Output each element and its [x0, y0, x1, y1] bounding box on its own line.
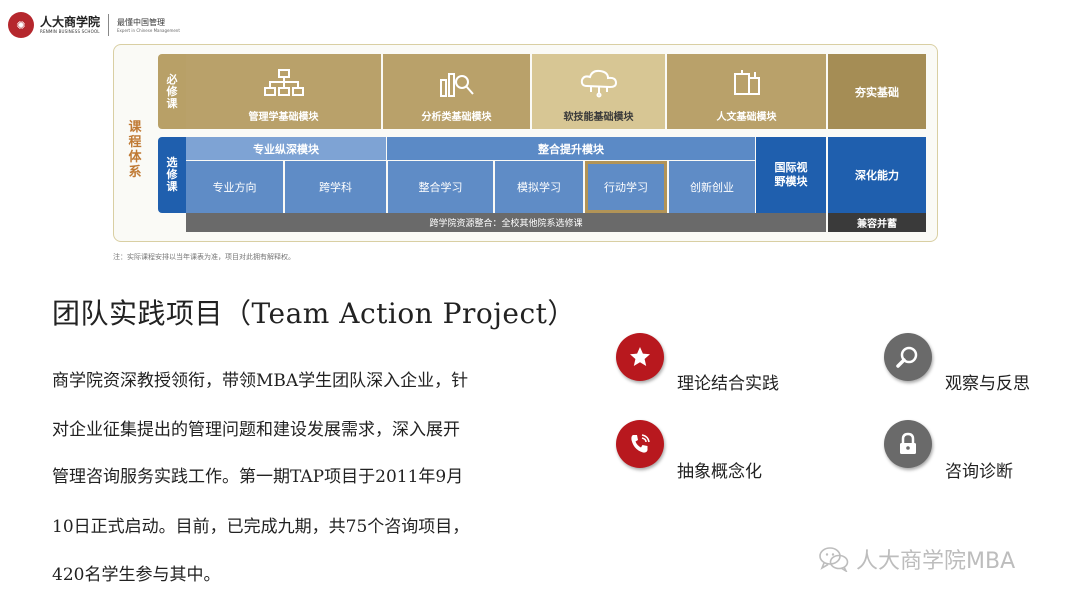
- paragraph-line: 管理咨询服务实践工作。第一期TAP项目于2011年9月: [52, 467, 464, 487]
- required-module-humanities: 人文基础模块: [667, 54, 826, 129]
- elective-courses-tag: 选修课: [158, 137, 186, 213]
- elective-cell: 模拟学习: [495, 161, 583, 213]
- elective-group-integration: 整合提升模块: [387, 137, 755, 160]
- compat-bar: 兼容并蓄: [828, 213, 926, 232]
- tagline-en: Expert in Chinese Management: [117, 27, 180, 33]
- magnifier-icon: [884, 333, 932, 381]
- paragraph-line: 420名学生参与其中。: [52, 565, 221, 585]
- module-label: 人文基础模块: [716, 112, 777, 123]
- phone-icon: [616, 420, 664, 468]
- wechat-icon: [819, 547, 849, 572]
- watermark: 人大商学院MBA: [818, 543, 1015, 575]
- required-module-management: 管理学基础模块: [186, 54, 381, 129]
- page-title: 团队实践项目（Team Action Project）: [52, 297, 576, 330]
- elective-cell: 创新创业: [669, 161, 755, 213]
- brand-name: 人大商学院: [40, 14, 101, 29]
- feature-label: 理论结合实践: [677, 374, 779, 394]
- feature-label: 抽象概念化: [677, 462, 762, 482]
- required-outcome: 夯实基础: [828, 54, 926, 129]
- feature-label: 观察与反思: [945, 374, 1030, 394]
- elective-outcome: 深化能力: [828, 137, 926, 213]
- international-module: 国际视野模块: [756, 137, 826, 213]
- required-module-soft-skills: 软技能基础模块: [532, 54, 665, 129]
- elective-cell: 跨学科: [285, 161, 386, 213]
- brand-logo: 人大商学院 RENMIN BUSINESS SCHOOL: [40, 14, 101, 35]
- curriculum-label: 课程体系: [128, 120, 142, 180]
- footnote: 注：实际课程安排以当年课表为准，项目对此拥有解释权。: [113, 253, 295, 261]
- cloud-network-icon: [580, 69, 617, 98]
- paragraph-line: 10日正式启动。目前，已完成九期，共75个咨询项目，: [52, 517, 470, 537]
- module-label: 管理学基础模块: [248, 112, 319, 123]
- renmin-seal-icon: ✺: [8, 12, 34, 38]
- org-chart-icon: [263, 69, 304, 96]
- elective-group-depth: 专业纵深模块: [186, 137, 386, 160]
- feature-label: 咨询诊断: [945, 462, 1013, 482]
- bar-chart-search-icon: [439, 73, 474, 97]
- header: ✺ 人大商学院 RENMIN BUSINESS SCHOOL 最懂中国管理 Ex…: [8, 10, 180, 40]
- watermark-text: 人大商学院MBA: [856, 549, 1016, 574]
- paragraph-line: 商学院资深教授领衔，带领MBA学生团队深入企业，针: [52, 371, 469, 391]
- culture-icon: [733, 70, 760, 95]
- module-label: 分析类基础模块: [421, 112, 492, 123]
- paragraph-line: 对企业征集提出的管理问题和建设发展需求，深入展开: [52, 420, 460, 440]
- module-label: 软技能基础模块: [563, 112, 634, 123]
- required-modules-row: 管理学基础模块 分析类基础模块 软技能基础模块 人文基础模块 夯实基础: [186, 54, 926, 129]
- tagline: 最懂中国管理 Expert in Chinese Management: [117, 17, 180, 34]
- brand-name-en: RENMIN BUSINESS SCHOOL: [40, 28, 100, 34]
- required-courses-tag: 必修课: [158, 54, 186, 129]
- required-module-analytics: 分析类基础模块: [383, 54, 530, 129]
- curriculum-diagram: 课程体系 必修课 管理学基础模块 分析类基础模块 软技能基础模块 人文基础模块 …: [113, 44, 938, 242]
- elective-cell-highlighted: 行动学习: [585, 161, 667, 213]
- elective-cell: 整合学习: [388, 161, 493, 213]
- star-icon: [616, 333, 664, 381]
- lock-icon: [884, 420, 932, 468]
- tagline-cn: 最懂中国管理: [117, 17, 166, 27]
- cross-school-bar: 跨学院资源整合：全校其他院系选修课: [186, 213, 826, 232]
- header-divider: [108, 14, 110, 36]
- elective-cell: 专业方向: [186, 161, 283, 213]
